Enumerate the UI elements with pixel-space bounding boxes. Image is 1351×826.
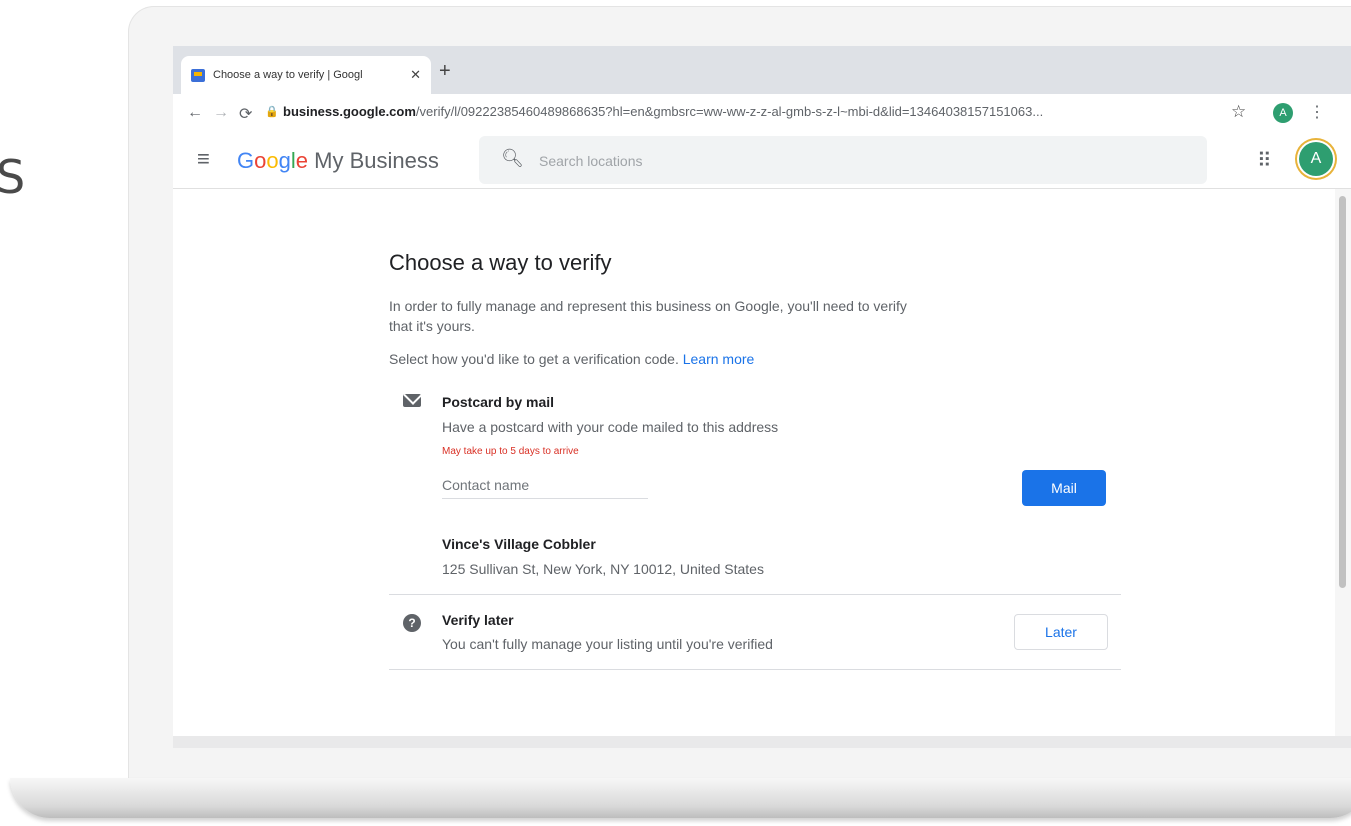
url-bar[interactable]: business.google.com/verify/l/09222385460… (283, 104, 1233, 124)
tab-title: Choose a way to verify | Googl (213, 69, 363, 81)
bookmark-star-icon[interactable]: ☆ (1231, 102, 1246, 122)
screen-bottom-bezel (173, 736, 1351, 748)
new-tab-icon[interactable]: + (439, 60, 451, 83)
mail-envelope-icon (403, 394, 421, 407)
url-host: business.google.com (283, 104, 416, 119)
scrollbar-thumb[interactable] (1339, 196, 1346, 588)
laptop-screen: Choose a way to verify | Googl ✕ + ← → ⟳… (173, 46, 1351, 748)
gmb-favicon-icon (191, 68, 205, 82)
browser-tab-bar: Choose a way to verify | Googl ✕ + (173, 46, 1351, 94)
forward-arrow-icon[interactable]: → (213, 104, 229, 122)
address-bar-row: ← → ⟳ 🔒 business.google.com/verify/l/092… (173, 94, 1351, 135)
app-header: ≡ Google My Business 🔍︎ ⠿ A (173, 134, 1351, 189)
select-prompt: Select how you'd like to get a verificat… (389, 351, 754, 367)
help-circle-icon: ? (403, 614, 421, 632)
postcard-title: Postcard by mail (442, 394, 555, 410)
search-icon[interactable]: 🔍︎ (501, 148, 524, 169)
apps-grid-icon[interactable]: ⠿ (1257, 148, 1272, 173)
mail-button[interactable]: Mail (1022, 470, 1106, 506)
hamburger-menu-icon[interactable]: ≡ (197, 146, 210, 172)
browser-tab[interactable]: Choose a way to verify | Googl ✕ (181, 56, 431, 94)
business-name: Vince's Village Cobbler (442, 536, 596, 552)
account-avatar[interactable]: A (1299, 142, 1333, 176)
page-title: Choose a way to verify (389, 250, 612, 275)
reload-icon[interactable]: ⟳ (239, 104, 252, 124)
postcard-warning: May take up to 5 days to arrive (442, 446, 579, 457)
select-prompt-text: Select how you'd like to get a verificat… (389, 351, 683, 367)
tab-close-icon[interactable]: ✕ (410, 67, 421, 83)
intro-text: In order to fully manage and represent t… (389, 298, 907, 334)
back-arrow-icon[interactable]: ← (187, 104, 203, 122)
verify-later-description: You can't fully manage your listing unti… (442, 636, 773, 652)
url-path: /verify/l/09222385460489868635?hl=en&gmb… (415, 104, 1044, 119)
background-letter: S (0, 150, 26, 204)
learn-more-link[interactable]: Learn more (683, 351, 755, 367)
later-button[interactable]: Later (1014, 614, 1108, 650)
divider (389, 669, 1121, 670)
contact-name-field[interactable] (442, 472, 648, 499)
browser-profile-avatar[interactable]: A (1273, 103, 1293, 123)
brand-suffix: My Business (308, 148, 439, 173)
search-box: 🔍︎ (479, 136, 1207, 184)
lock-icon: 🔒 (265, 106, 279, 118)
divider (389, 594, 1121, 595)
verify-later-title: Verify later (442, 612, 514, 628)
laptop-base (10, 778, 1351, 818)
search-input[interactable] (537, 148, 1141, 174)
google-my-business-logo: Google My Business (237, 148, 439, 173)
postcard-description: Have a postcard with your code mailed to… (442, 419, 779, 435)
business-address: 125 Sullivan St, New York, NY 10012, Uni… (442, 561, 764, 577)
browser-menu-icon[interactable]: ⋮ (1309, 102, 1325, 122)
